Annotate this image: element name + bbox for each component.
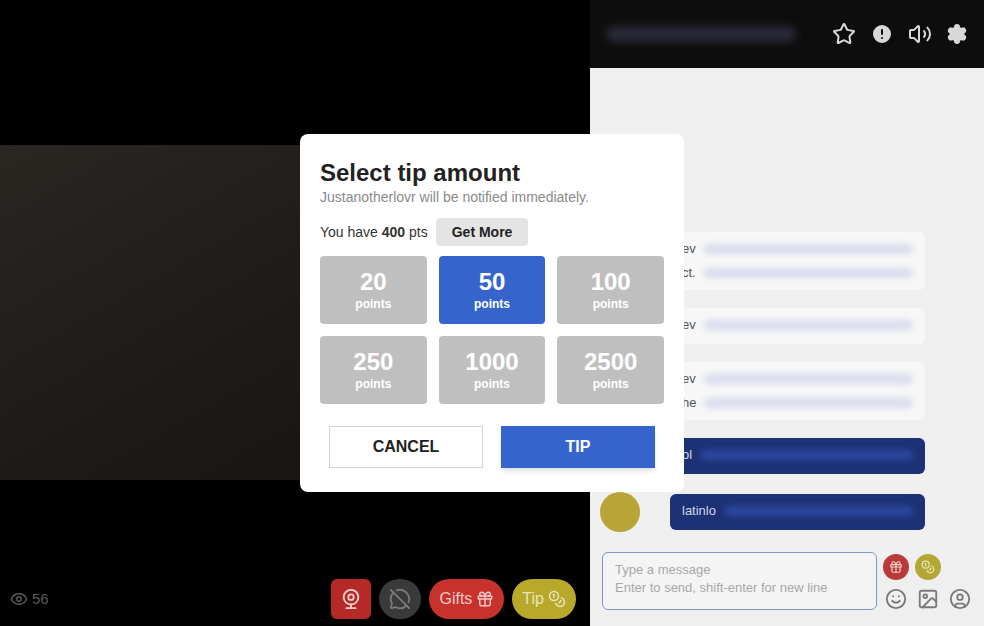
tip-option[interactable]: 100points [557,256,664,324]
blurred-text [704,244,913,254]
blurred-text [704,320,913,330]
chat-message-row: latinlo [590,492,984,532]
webcam-icon [340,588,362,610]
gear-icon[interactable] [946,23,968,45]
message-input[interactable]: Type a messageEnter to send, shift-enter… [602,552,877,610]
chat-header [590,0,984,68]
blurred-text [704,268,913,278]
chat-message: ol [670,438,925,474]
user-icon[interactable] [947,586,973,612]
image-icon[interactable] [915,586,941,612]
blurred-text [700,450,913,460]
dialog-title: Select tip amount [320,158,664,188]
volume-icon[interactable] [908,22,932,46]
report-icon[interactable] [870,22,894,46]
smile-icon[interactable] [883,586,909,612]
tip-option[interactable]: 2500points [557,336,664,404]
chat-input-bar: Type a messageEnter to send, shift-enter… [590,546,984,626]
chat-off-icon [389,588,411,610]
blurred-text [704,374,913,384]
tip-option[interactable]: 20points [320,256,427,324]
chat-text: ct. [682,264,696,282]
chat-text: he [682,394,696,412]
tip-button[interactable]: Tip [512,579,576,619]
tip-submit-button[interactable]: TIP [501,426,655,468]
balance-row: You have 400 ptsGet More [320,218,664,246]
app: 56 GiftsTip ev ct. ev ev he ol latinlo Type a mes… [0,0,984,626]
gifts-button[interactable]: Gifts [429,579,504,619]
tip-option[interactable]: 1000points [439,336,546,404]
chat-message: ev he [670,362,925,420]
coins-icon [548,590,566,608]
tip-option[interactable]: 50points [439,256,546,324]
tip-dialog: Select tip amountJustanotherlovr will be… [300,134,684,492]
video-toolbar: 56 GiftsTip [0,576,590,622]
get-more-button[interactable]: Get More [436,218,529,246]
chat-message: ev [670,308,925,344]
blurred-text [724,506,913,516]
chat-text: latinlo [682,502,716,520]
chat-message: latinlo [670,494,925,530]
streamer-name [606,26,796,42]
cancel-button[interactable]: CANCEL [329,426,483,468]
coins-icon[interactable] [915,554,941,580]
star-icon[interactable] [832,22,856,46]
eye-icon [10,590,28,608]
tip-options: 20points50points100points 250points1000po… [320,256,664,404]
viewer-count: 56 [10,588,49,611]
chat-text: ev [682,370,696,388]
hide-chat-button[interactable] [379,579,421,619]
chat-text: ev [682,240,696,258]
tip-option[interactable]: 250points [320,336,427,404]
gift-icon[interactable] [883,554,909,580]
blurred-text [704,398,913,408]
gift-icon [476,590,494,608]
chat-text: ev [682,316,696,334]
avatar-icon [600,492,640,532]
chat-message: ev ct. [670,232,925,290]
dialog-subtitle: Justanotherlovr will be notified immedia… [320,188,664,206]
webcam-button[interactable] [331,579,371,619]
dialog-layer: Select tip amountJustanotherlovr will be… [0,0,984,626]
